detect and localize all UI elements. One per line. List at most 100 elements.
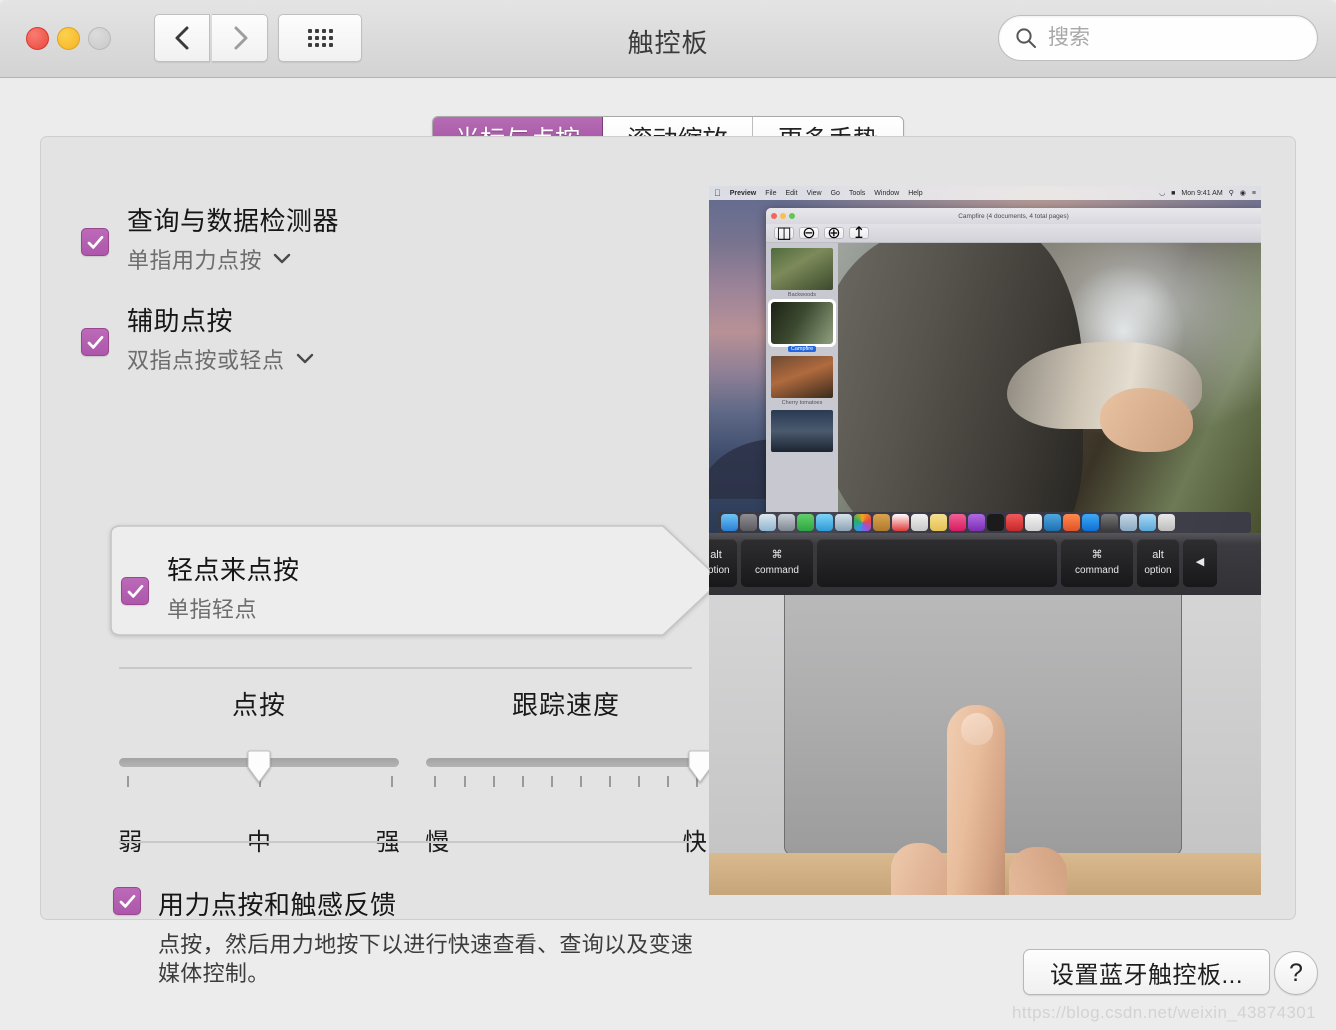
menu-bar:  Preview File Edit View Go Tools Window… bbox=[709, 186, 1261, 200]
wifi-icon: ◡ bbox=[1159, 190, 1166, 197]
checkbox-force-click[interactable] bbox=[113, 887, 141, 915]
option-subtitle[interactable]: 单指用力点按 bbox=[127, 243, 339, 275]
preview-toolbar: ◫ ⊖ ⊕ ↥ bbox=[766, 224, 1261, 243]
divider-bottom bbox=[119, 841, 692, 843]
menu-item-go: Go bbox=[823, 189, 840, 197]
menu-item-file: File bbox=[758, 189, 776, 197]
watermark: https://blog.csdn.net/weixin_43874301 bbox=[1011, 1003, 1316, 1022]
key-option-left: alt option bbox=[709, 538, 737, 587]
thumbnail-image bbox=[771, 356, 833, 398]
thumbnail-item-selected: Campfire bbox=[768, 299, 836, 352]
slider-track[interactable] bbox=[426, 758, 706, 767]
sidebar-view-icon: ◫ bbox=[774, 225, 794, 242]
key-label: option bbox=[1144, 565, 1172, 577]
force-click-title: 用力点按和触感反馈 bbox=[158, 890, 397, 920]
chevron-down-icon[interactable] bbox=[295, 352, 315, 365]
option-title: 轻点来点按 bbox=[167, 555, 300, 585]
appstore-icon bbox=[1082, 514, 1099, 531]
menu-item-preview: Preview bbox=[723, 189, 756, 197]
title-bar: 触控板 bbox=[0, 0, 1336, 78]
news-icon bbox=[1006, 514, 1023, 531]
battery-icon: ■ bbox=[1171, 189, 1176, 197]
options-column: 查询与数据检测器 单指用力点按 辅助点按 双指点按或轻点 轻点来点按 单指轻点 … bbox=[41, 137, 723, 986]
arrow-left-icon: ◀ bbox=[1195, 556, 1205, 569]
preview-thumbnail-sidebar: Backwoods Campfire Cherry tomatoes bbox=[766, 243, 838, 533]
preview-main-photo bbox=[838, 243, 1261, 533]
search-input[interactable] bbox=[1048, 26, 1298, 50]
thumbnail-item bbox=[770, 410, 834, 452]
macbook-keyboard: alt option ⌘ command ⌘ command alt optio… bbox=[709, 533, 1261, 595]
key-command-right: ⌘ command bbox=[1061, 538, 1133, 587]
system-preferences-window: 触控板 光标与点按 滚动缩放 更多手势 bbox=[0, 0, 1336, 1030]
slider-title: 点按 bbox=[231, 690, 286, 720]
key-symbol: ⌘ bbox=[771, 548, 783, 561]
fingernail bbox=[961, 713, 993, 745]
slider-label: 快 bbox=[682, 829, 707, 856]
option-title: 查询与数据检测器 bbox=[127, 206, 340, 236]
menu-item-tools: Tools bbox=[842, 189, 865, 197]
slider-label: 强 bbox=[375, 829, 400, 856]
siri-icon: ≡ bbox=[1251, 189, 1256, 197]
zoom-out-icon: ⊖ bbox=[799, 225, 819, 242]
control-center-icon: ◉ bbox=[1239, 190, 1246, 197]
thumbnail-label: Backwoods bbox=[787, 292, 817, 298]
dock bbox=[717, 512, 1251, 533]
slider-ticks bbox=[426, 776, 706, 788]
chevron-down-icon[interactable] bbox=[272, 252, 292, 265]
key-option-right: alt option bbox=[1137, 538, 1179, 587]
demo-video[interactable]:  Preview File Edit View Go Tools Window… bbox=[709, 186, 1261, 895]
option-tap-to-click[interactable]: 轻点来点按 单指轻点 bbox=[103, 524, 723, 637]
slider-title: 跟踪速度 bbox=[511, 690, 620, 720]
checkbox-lookup-data-detectors[interactable] bbox=[81, 228, 109, 256]
trash-icon bbox=[1158, 514, 1175, 531]
option-subtitle-text: 单指轻点 bbox=[167, 596, 258, 622]
checkbox-tap-to-click[interactable] bbox=[121, 577, 149, 605]
option-secondary-click[interactable]: 辅助点按 双指点按或轻点 bbox=[81, 305, 315, 375]
preview-icon bbox=[1120, 514, 1137, 531]
podcasts-icon bbox=[968, 514, 985, 531]
appletv-icon bbox=[987, 514, 1004, 531]
checkbox-secondary-click[interactable] bbox=[81, 328, 109, 356]
option-subtitle-text: 单指用力点按 bbox=[127, 247, 263, 273]
slider-tracking-speed: 跟踪速度 慢 快 bbox=[425, 685, 712, 856]
slider-thumb[interactable] bbox=[245, 750, 273, 784]
spotlight-icon: ⚲ bbox=[1228, 190, 1234, 197]
thumbnail-label: Cherry tomatoes bbox=[781, 400, 823, 406]
key-symbol: alt bbox=[1152, 548, 1164, 561]
reminders-icon bbox=[911, 514, 928, 531]
preview-app-window: Campfire (4 documents, 4 total pages) ◫ … bbox=[766, 208, 1261, 533]
apple-logo-icon:  bbox=[714, 188, 721, 198]
force-click-description: 点按，然后用力地按下以进行快速查看、查询以及变速媒体控制。 bbox=[158, 932, 694, 987]
key-spacebar bbox=[817, 538, 1057, 587]
mail-icon bbox=[778, 514, 795, 531]
notes-icon bbox=[930, 514, 947, 531]
thumbnail-label: Campfire bbox=[787, 346, 817, 352]
option-subtitle: 单指轻点 bbox=[167, 592, 300, 624]
key-label: option bbox=[709, 565, 730, 577]
numbers-icon bbox=[1025, 514, 1042, 531]
trackpad-scene bbox=[709, 595, 1261, 895]
checkmark-icon bbox=[119, 894, 135, 908]
search-icon bbox=[1016, 28, 1036, 48]
setup-bluetooth-trackpad-button[interactable]: 设置蓝牙触控板... bbox=[1022, 949, 1270, 995]
menu-item-help: Help bbox=[901, 189, 922, 197]
downloads-folder-icon bbox=[1139, 514, 1156, 531]
safari-icon bbox=[759, 514, 776, 531]
option-force-click[interactable]: 用力点按和触感反馈 点按，然后用力地按下以进行快速查看、查询以及变速媒体控制。 bbox=[113, 885, 713, 988]
checkmark-icon bbox=[87, 235, 103, 249]
option-lookup-data-detectors[interactable]: 查询与数据检测器 单指用力点按 bbox=[81, 205, 339, 275]
option-subtitle[interactable]: 双指点按或轻点 bbox=[127, 343, 315, 375]
slider-labels: 弱 中 强 bbox=[118, 822, 400, 856]
divider-top bbox=[119, 667, 692, 669]
music-icon bbox=[949, 514, 966, 531]
zoom-in-icon: ⊕ bbox=[824, 225, 844, 242]
menubar-clock: Mon 9:41 AM bbox=[1181, 189, 1223, 197]
key-arrow-left: ◀ bbox=[1183, 538, 1217, 587]
photos-icon bbox=[854, 514, 871, 531]
option-subtitle-text: 双指点按或轻点 bbox=[127, 347, 285, 373]
keynote-icon bbox=[1044, 514, 1061, 531]
search-field[interactable] bbox=[998, 15, 1318, 61]
help-button[interactable]: ? bbox=[1274, 951, 1318, 995]
menu-item-edit: Edit bbox=[778, 189, 798, 197]
thumbnail-item: Backwoods bbox=[770, 248, 834, 298]
